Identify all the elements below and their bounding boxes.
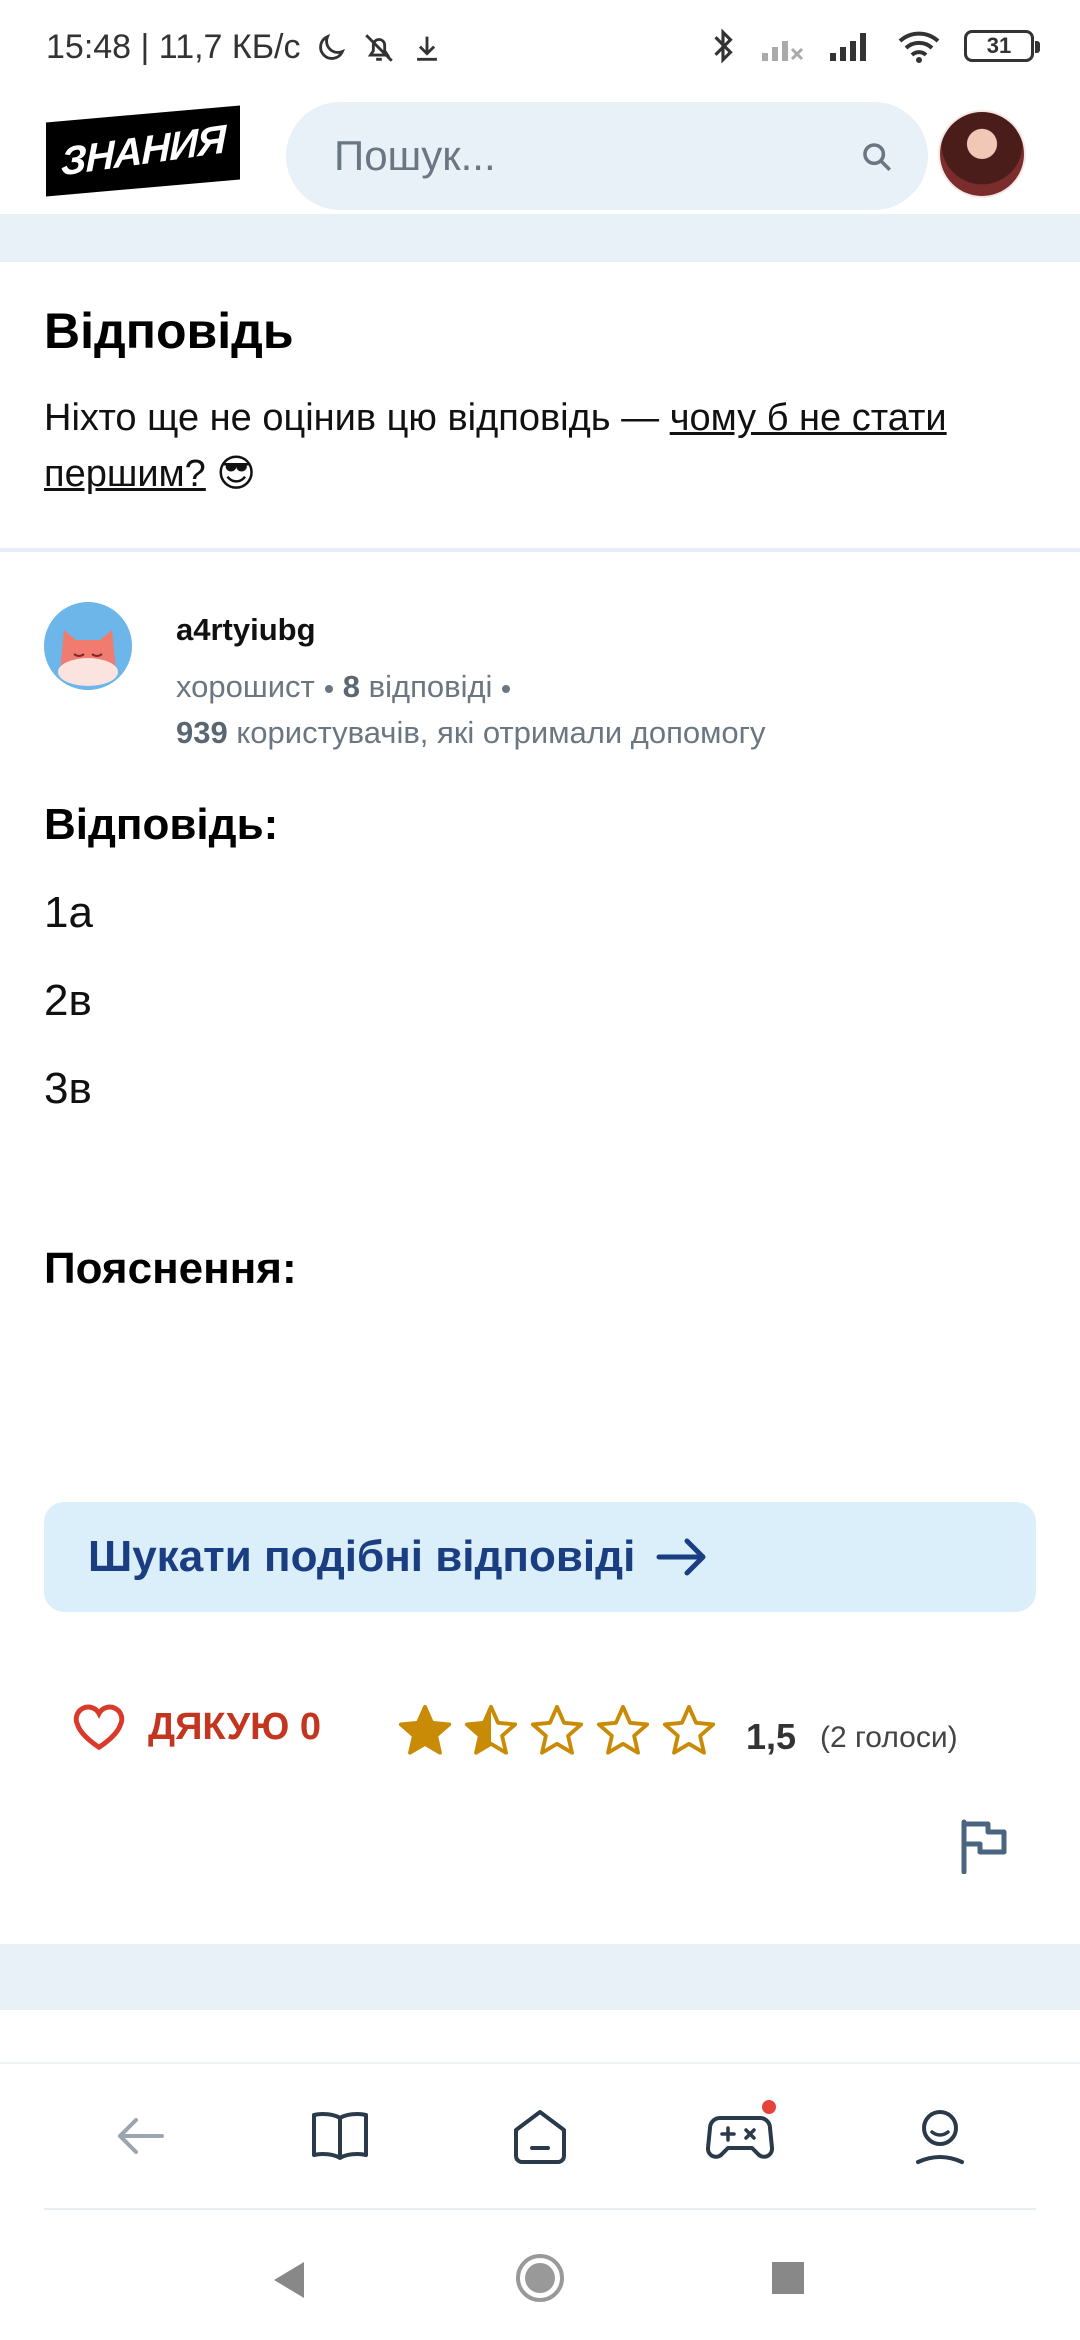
status-left: 15:48 | 11,7 КБ/с [46,28,444,67]
star-icon[interactable] [396,1702,454,1760]
arrow-left-icon [118,2118,164,2154]
status-time-speed: 15:48 | 11,7 КБ/с [46,28,301,66]
nav-back[interactable] [90,2086,190,2186]
arrow-right-icon [656,1538,706,1576]
report-flag-icon[interactable] [958,1818,1008,1874]
answer-line-3: 3в [44,1064,92,1113]
signal-off-icon [762,41,804,61]
home-icon [514,2110,566,2164]
author-name[interactable]: a4rtyiubg [176,612,316,648]
search-similar-label: Шукати подібні відповіді [88,1532,636,1581]
note-text: Ніхто ще не оцінив цю відповідь — [44,397,670,439]
answer-title: Відповідь [44,303,294,359]
search-bar[interactable] [286,102,928,210]
cat-avatar-icon [44,602,132,690]
bottom-navigation [0,2064,1080,2208]
nav-games[interactable] [690,2086,790,2186]
rating-votes: (2 голоси) [820,1721,958,1754]
status-bar: 15:48 | 11,7 КБ/с 31 [0,0,1080,96]
system-navigation [0,2230,1080,2330]
author-rank: хорошист [176,669,315,704]
answer-line-2: 2в [44,976,92,1025]
author-meta: хорошист 8 відповіді 939 користувачів, як… [176,664,1036,756]
author-avatar[interactable] [44,602,132,690]
thanks-label: ДЯКУЮ 0 [148,1705,322,1748]
star-rating[interactable] [396,1702,718,1760]
system-home-icon[interactable] [514,2252,566,2304]
answer-line-1: 1а [44,888,93,937]
star-icon[interactable] [594,1702,652,1760]
bluetooth-icon [714,28,733,64]
search-input[interactable] [334,102,814,210]
section-separator [0,214,1080,262]
nav-divider [44,2208,1036,2210]
notification-dot [762,2100,776,2114]
divider [0,548,1080,552]
user-avatar[interactable] [938,110,1026,198]
system-recents-icon[interactable] [770,2260,806,2296]
answer-heading: Відповідь: [44,800,279,849]
system-back-icon[interactable] [268,2258,308,2302]
star-icon[interactable] [528,1702,586,1760]
wifi-icon [898,31,940,63]
logo-text: ЗНАНИЯ [60,117,226,184]
search-icon[interactable] [860,140,894,174]
author-answers-count: 8 [342,669,361,704]
thanks-button[interactable]: ДЯКУЮ 0 [72,1702,321,1752]
separator-dot [324,684,333,693]
nav-book[interactable] [290,2086,390,2186]
download-icon [417,36,438,61]
status-right: 31 [708,26,1040,66]
explanation-heading: Пояснення: [44,1244,297,1293]
star-icon[interactable] [660,1702,718,1760]
logo[interactable]: ЗНАНИЯ [46,105,240,197]
search-similar-button[interactable]: Шукати подібні відповіді [44,1502,1036,1612]
signal-icon [830,33,866,61]
helped-count: 939 [176,715,228,750]
moon-icon [319,33,346,60]
author-answers-label: відповіді [368,669,493,704]
nav-home[interactable] [490,2086,590,2186]
nav-profile[interactable] [890,2086,990,2186]
battery-indicator: 31 [964,30,1040,62]
rating-value: 1,5 [746,1716,797,1757]
bell-off-icon [365,33,394,62]
answer-rating-note: Ніхто ще не оцінив цю відповідь — чому б… [44,390,1034,502]
profile-icon [916,2110,964,2164]
star-icon[interactable] [462,1702,520,1760]
sunglasses-emoji: 😎 [216,453,257,495]
separator-dot [502,684,511,693]
helped-label: користувачів, які отримали допомогу [236,715,766,750]
gamepad-icon [706,2116,774,2159]
header: ЗНАНИЯ [0,96,1080,214]
section-separator [0,1944,1080,2010]
book-icon [312,2112,368,2160]
heart-icon [73,1704,125,1751]
battery-level: 31 [986,33,1012,58]
